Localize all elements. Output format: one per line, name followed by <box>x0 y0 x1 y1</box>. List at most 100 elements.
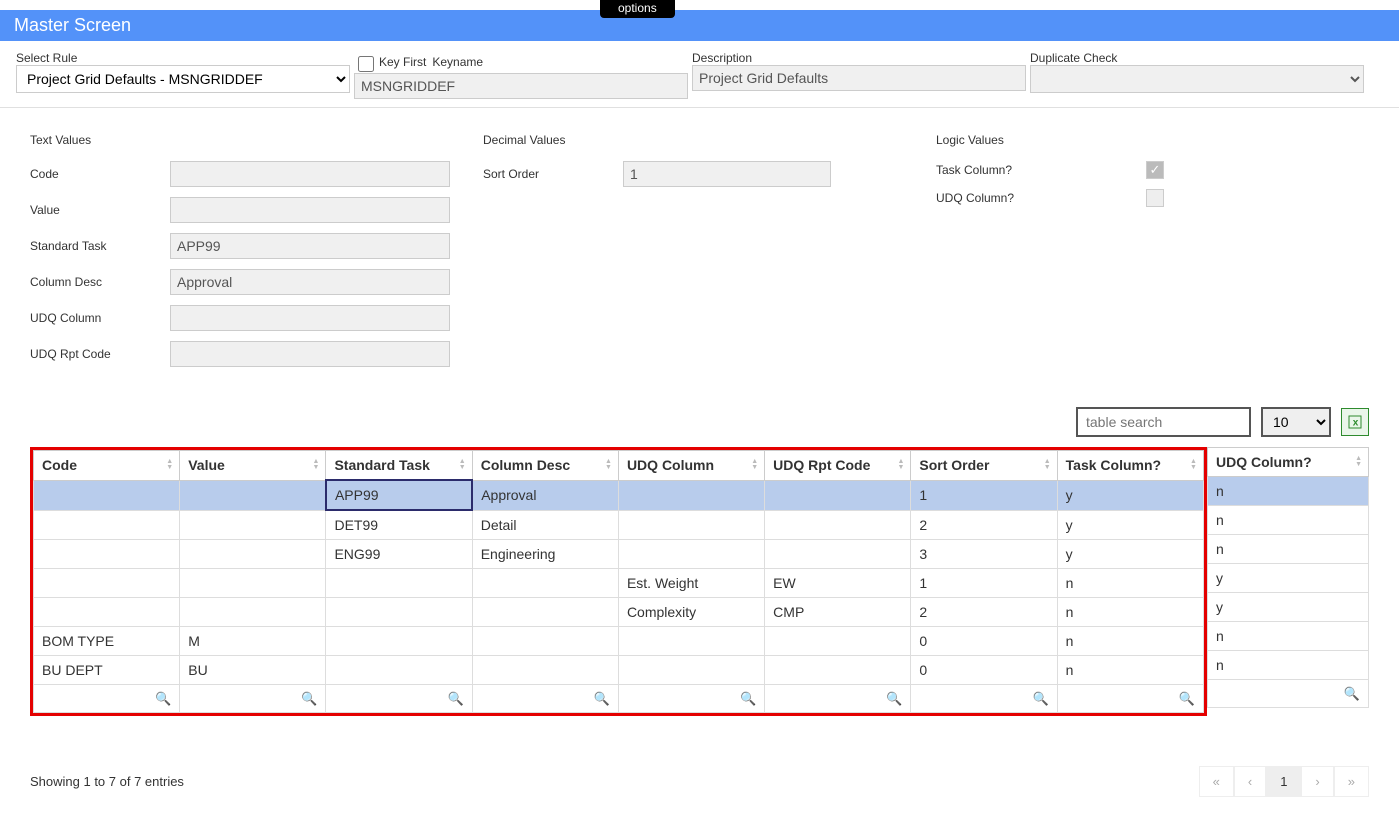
code-input[interactable] <box>170 161 450 187</box>
sort-icon[interactable]: ▲▼ <box>897 459 904 471</box>
table-cell[interactable]: y <box>1057 540 1203 569</box>
table-cell[interactable]: n <box>1207 477 1368 506</box>
table-cell[interactable] <box>180 569 326 598</box>
table-cell[interactable] <box>34 540 180 569</box>
column-filter-input[interactable] <box>1212 682 1364 705</box>
pager-last[interactable]: » <box>1334 766 1369 797</box>
sort-icon[interactable]: ▲▼ <box>1190 459 1197 471</box>
table-cell[interactable] <box>618 510 764 540</box>
table-cell[interactable] <box>472 656 618 685</box>
table-row[interactable]: Est. WeightEW1n <box>34 569 1204 598</box>
table-cell[interactable] <box>618 627 764 656</box>
table-cell[interactable] <box>34 510 180 540</box>
table-cell[interactable]: 0 <box>911 627 1057 656</box>
sort-order-input[interactable] <box>623 161 831 187</box>
sort-icon[interactable]: ▲▼ <box>459 459 466 471</box>
table-row[interactable]: y <box>1207 564 1368 593</box>
coldesc-input[interactable] <box>170 269 450 295</box>
table-cell[interactable] <box>765 510 911 540</box>
table-cell[interactable] <box>765 627 911 656</box>
table-cell[interactable]: DET99 <box>326 510 472 540</box>
pager-next[interactable]: › <box>1301 766 1333 797</box>
sort-icon[interactable]: ▲▼ <box>166 459 173 471</box>
table-row[interactable]: n <box>1207 506 1368 535</box>
pager-prev[interactable]: ‹ <box>1234 766 1266 797</box>
pager-page-1[interactable]: 1 <box>1266 766 1301 797</box>
table-cell[interactable]: n <box>1057 656 1203 685</box>
col-header[interactable]: UDQ Column▲▼ <box>618 451 764 481</box>
table-cell[interactable]: y <box>1057 510 1203 540</box>
dupe-check-dropdown[interactable] <box>1030 65 1364 93</box>
sort-icon[interactable]: ▲▼ <box>605 459 612 471</box>
table-cell[interactable]: Est. Weight <box>618 569 764 598</box>
table-row[interactable]: n <box>1207 535 1368 564</box>
table-cell[interactable]: BOM TYPE <box>34 627 180 656</box>
table-cell[interactable]: 1 <box>911 569 1057 598</box>
table-cell[interactable]: APP99 <box>326 480 472 510</box>
table-cell[interactable]: M <box>180 627 326 656</box>
table-cell[interactable]: Engineering <box>472 540 618 569</box>
table-cell[interactable] <box>326 656 472 685</box>
column-filter[interactable]: 🔍 <box>765 685 911 713</box>
table-cell[interactable] <box>618 540 764 569</box>
table-row[interactable]: n <box>1207 622 1368 651</box>
table-row[interactable]: n <box>1207 651 1368 680</box>
table-row[interactable]: APP99Approval1y <box>34 480 1204 510</box>
col-header[interactable]: Sort Order▲▼ <box>911 451 1057 481</box>
table-cell[interactable]: y <box>1207 593 1368 622</box>
table-cell[interactable] <box>765 480 911 510</box>
table-cell[interactable] <box>472 627 618 656</box>
table-cell[interactable]: n <box>1207 651 1368 680</box>
table-cell[interactable] <box>765 656 911 685</box>
sort-icon[interactable]: ▲▼ <box>751 459 758 471</box>
col-header[interactable]: Standard Task▲▼ <box>326 451 472 481</box>
column-filter[interactable]: 🔍 <box>34 685 180 713</box>
description-input[interactable] <box>692 65 1026 91</box>
table-row[interactable]: ComplexityCMP2n <box>34 598 1204 627</box>
table-row[interactable]: DET99Detail 2y <box>34 510 1204 540</box>
udqcol-input[interactable] <box>170 305 450 331</box>
table-cell[interactable]: 2 <box>911 510 1057 540</box>
table-cell[interactable]: n <box>1057 569 1203 598</box>
table-cell[interactable]: Complexity <box>618 598 764 627</box>
table-cell[interactable] <box>34 569 180 598</box>
table-row[interactable]: BOM TYPEM 0n <box>34 627 1204 656</box>
column-filter[interactable]: 🔍 <box>1207 680 1368 708</box>
column-filter[interactable]: 🔍 <box>1057 685 1203 713</box>
table-cell[interactable]: 3 <box>911 540 1057 569</box>
table-cell[interactable]: n <box>1207 506 1368 535</box>
col-header[interactable]: Code▲▼ <box>34 451 180 481</box>
table-cell[interactable]: EW <box>765 569 911 598</box>
column-filter[interactable]: 🔍 <box>911 685 1057 713</box>
table-cell[interactable]: y <box>1207 564 1368 593</box>
table-cell[interactable]: n <box>1057 627 1203 656</box>
table-cell[interactable] <box>618 656 764 685</box>
column-filter[interactable]: 🔍 <box>472 685 618 713</box>
select-rule-dropdown[interactable]: Project Grid Defaults - MSNGRIDDEF <box>16 65 350 93</box>
key-first-checkbox[interactable] <box>358 56 374 72</box>
table-search-input[interactable] <box>1076 407 1251 437</box>
table-cell[interactable]: BU DEPT <box>34 656 180 685</box>
col-header[interactable]: Value▲▼ <box>180 451 326 481</box>
table-cell[interactable] <box>180 510 326 540</box>
col-header[interactable]: Column Desc▲▼ <box>472 451 618 481</box>
table-cell[interactable]: Approval <box>472 480 618 510</box>
table-cell[interactable] <box>472 598 618 627</box>
table-cell[interactable] <box>326 569 472 598</box>
keyname-input[interactable] <box>354 73 688 99</box>
table-cell[interactable]: CMP <box>765 598 911 627</box>
col-header[interactable]: UDQ Column?▲▼ <box>1207 448 1368 477</box>
table-cell[interactable]: y <box>1057 480 1203 510</box>
col-header[interactable]: UDQ Rpt Code▲▼ <box>765 451 911 481</box>
table-cell[interactable]: n <box>1057 598 1203 627</box>
table-cell[interactable]: Detail <box>472 510 618 540</box>
table-cell[interactable]: n <box>1207 622 1368 651</box>
sort-icon[interactable]: ▲▼ <box>1355 456 1362 468</box>
table-cell[interactable] <box>618 480 764 510</box>
table-cell[interactable] <box>326 598 472 627</box>
pagesize-select[interactable]: 10 <box>1261 407 1331 437</box>
table-cell[interactable]: n <box>1207 535 1368 564</box>
stdtask-input[interactable] <box>170 233 450 259</box>
col-header[interactable]: Task Column?▲▼ <box>1057 451 1203 481</box>
table-cell[interactable] <box>34 480 180 510</box>
